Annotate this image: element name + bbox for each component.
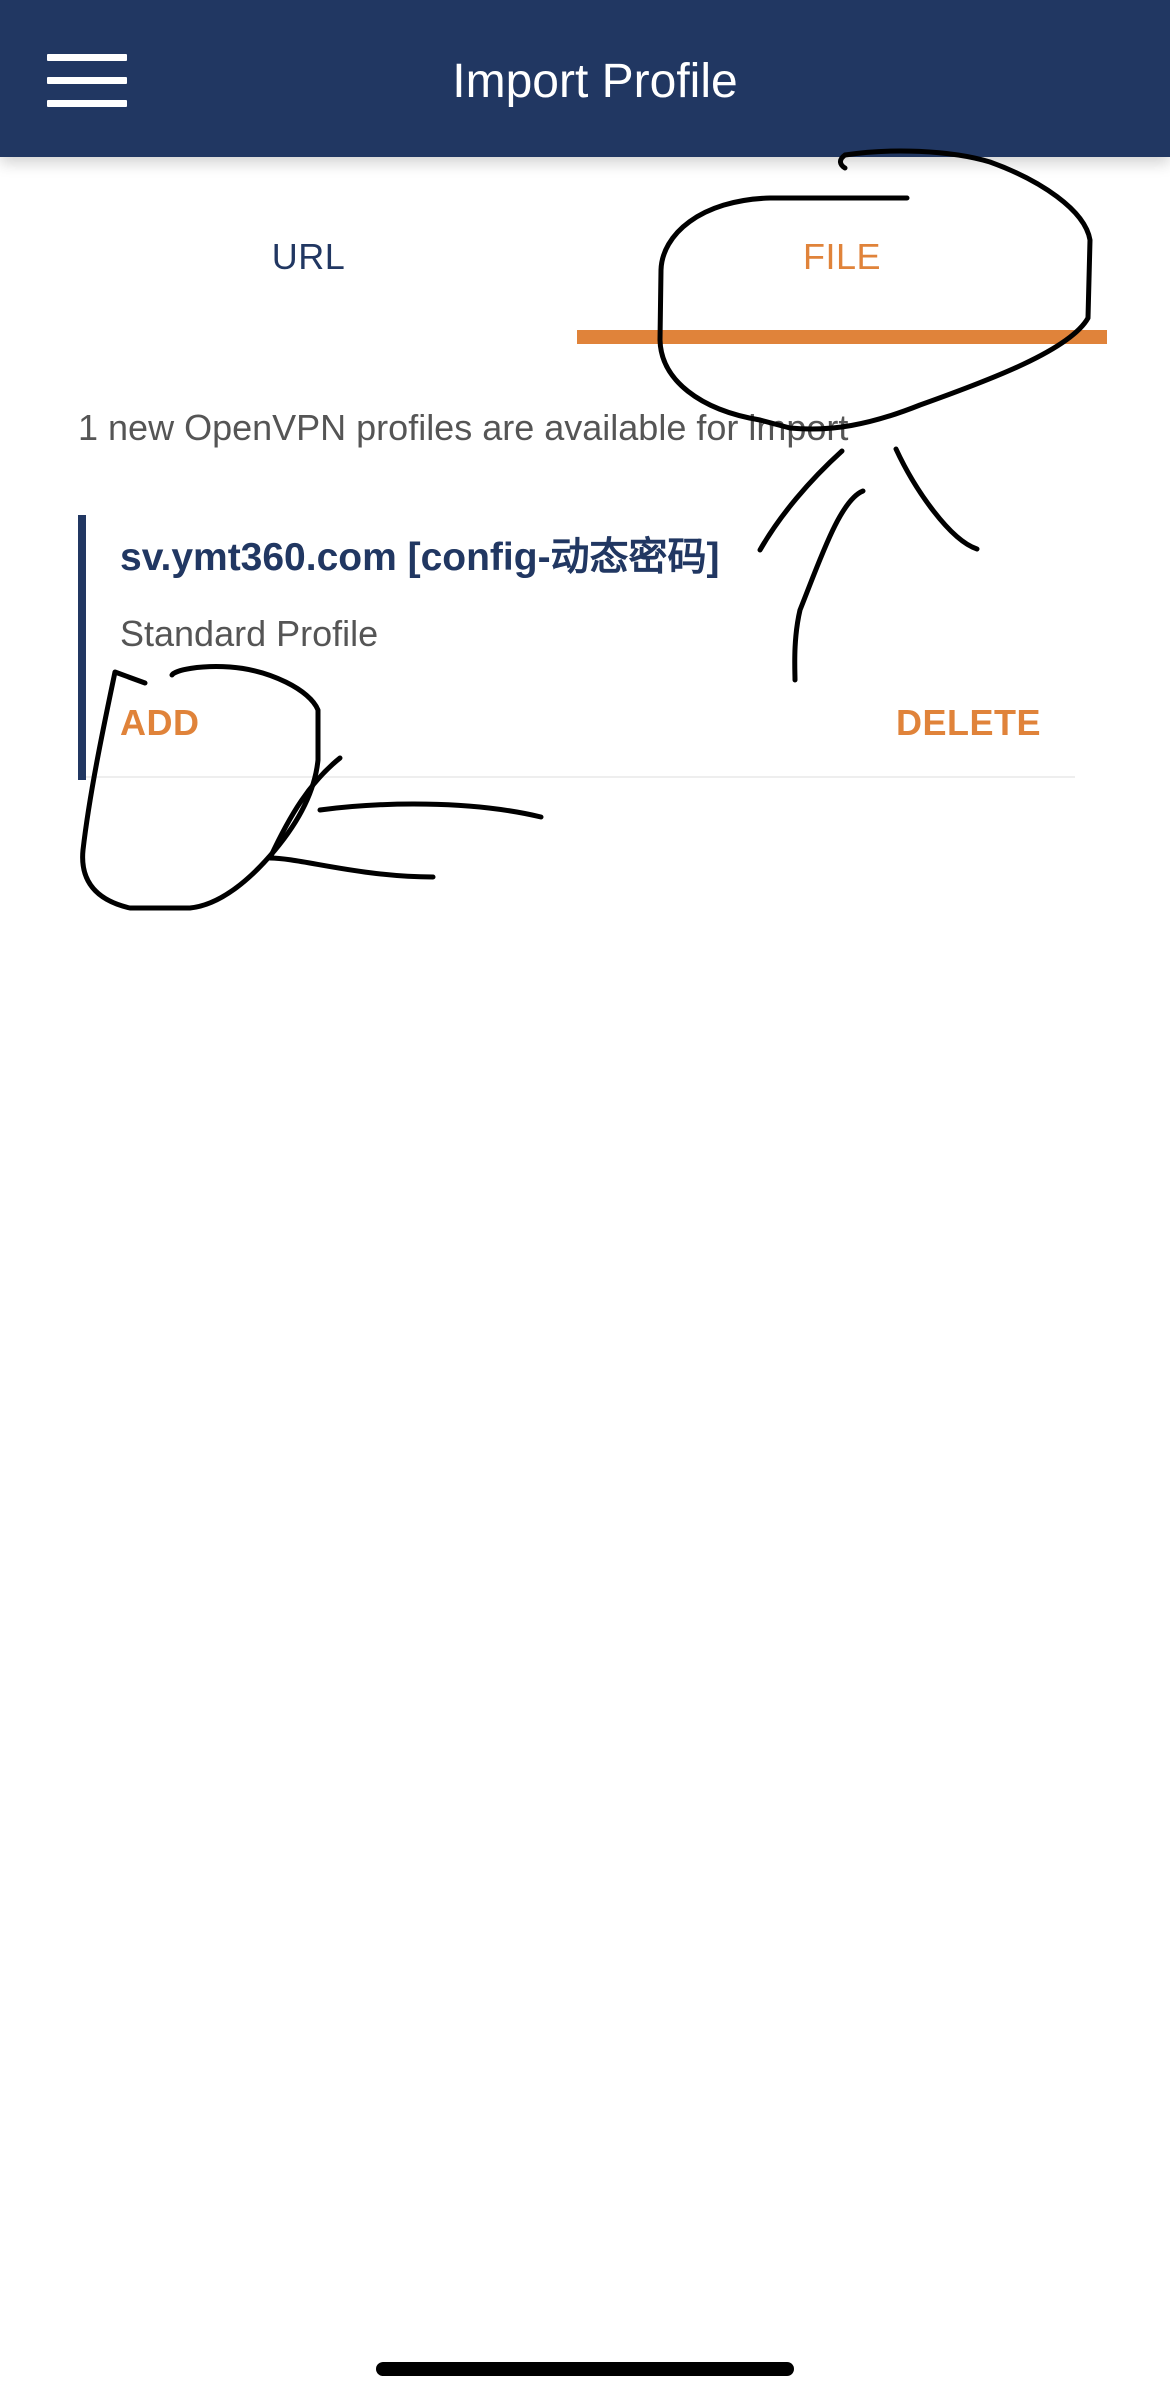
add-button[interactable]: ADD <box>120 700 200 746</box>
profile-card-accent <box>78 515 86 780</box>
tab-url-label: URL <box>271 236 346 277</box>
profile-type: Standard Profile <box>120 613 379 654</box>
delete-button[interactable]: DELETE <box>896 700 1041 746</box>
card-divider <box>86 776 1075 778</box>
tab-file[interactable]: FILE <box>577 157 1107 347</box>
home-indicator[interactable] <box>376 2362 794 2376</box>
profile-card: sv.ymt360.com [config-动态密码] Standard Pro… <box>78 515 1075 780</box>
page-title: Import Profile <box>452 55 738 108</box>
import-tabs: URL FILE <box>0 157 1170 347</box>
app-bar: Import Profile <box>0 0 1170 157</box>
handwritten-annotations <box>80 148 1093 911</box>
tab-url[interactable]: URL <box>0 157 577 347</box>
profile-name: sv.ymt360.com [config-动态密码] <box>120 536 720 579</box>
profiles-available-message: 1 new OpenVPN profiles are available for… <box>78 407 849 448</box>
active-tab-indicator <box>577 330 1107 344</box>
tab-file-label: FILE <box>802 236 882 277</box>
